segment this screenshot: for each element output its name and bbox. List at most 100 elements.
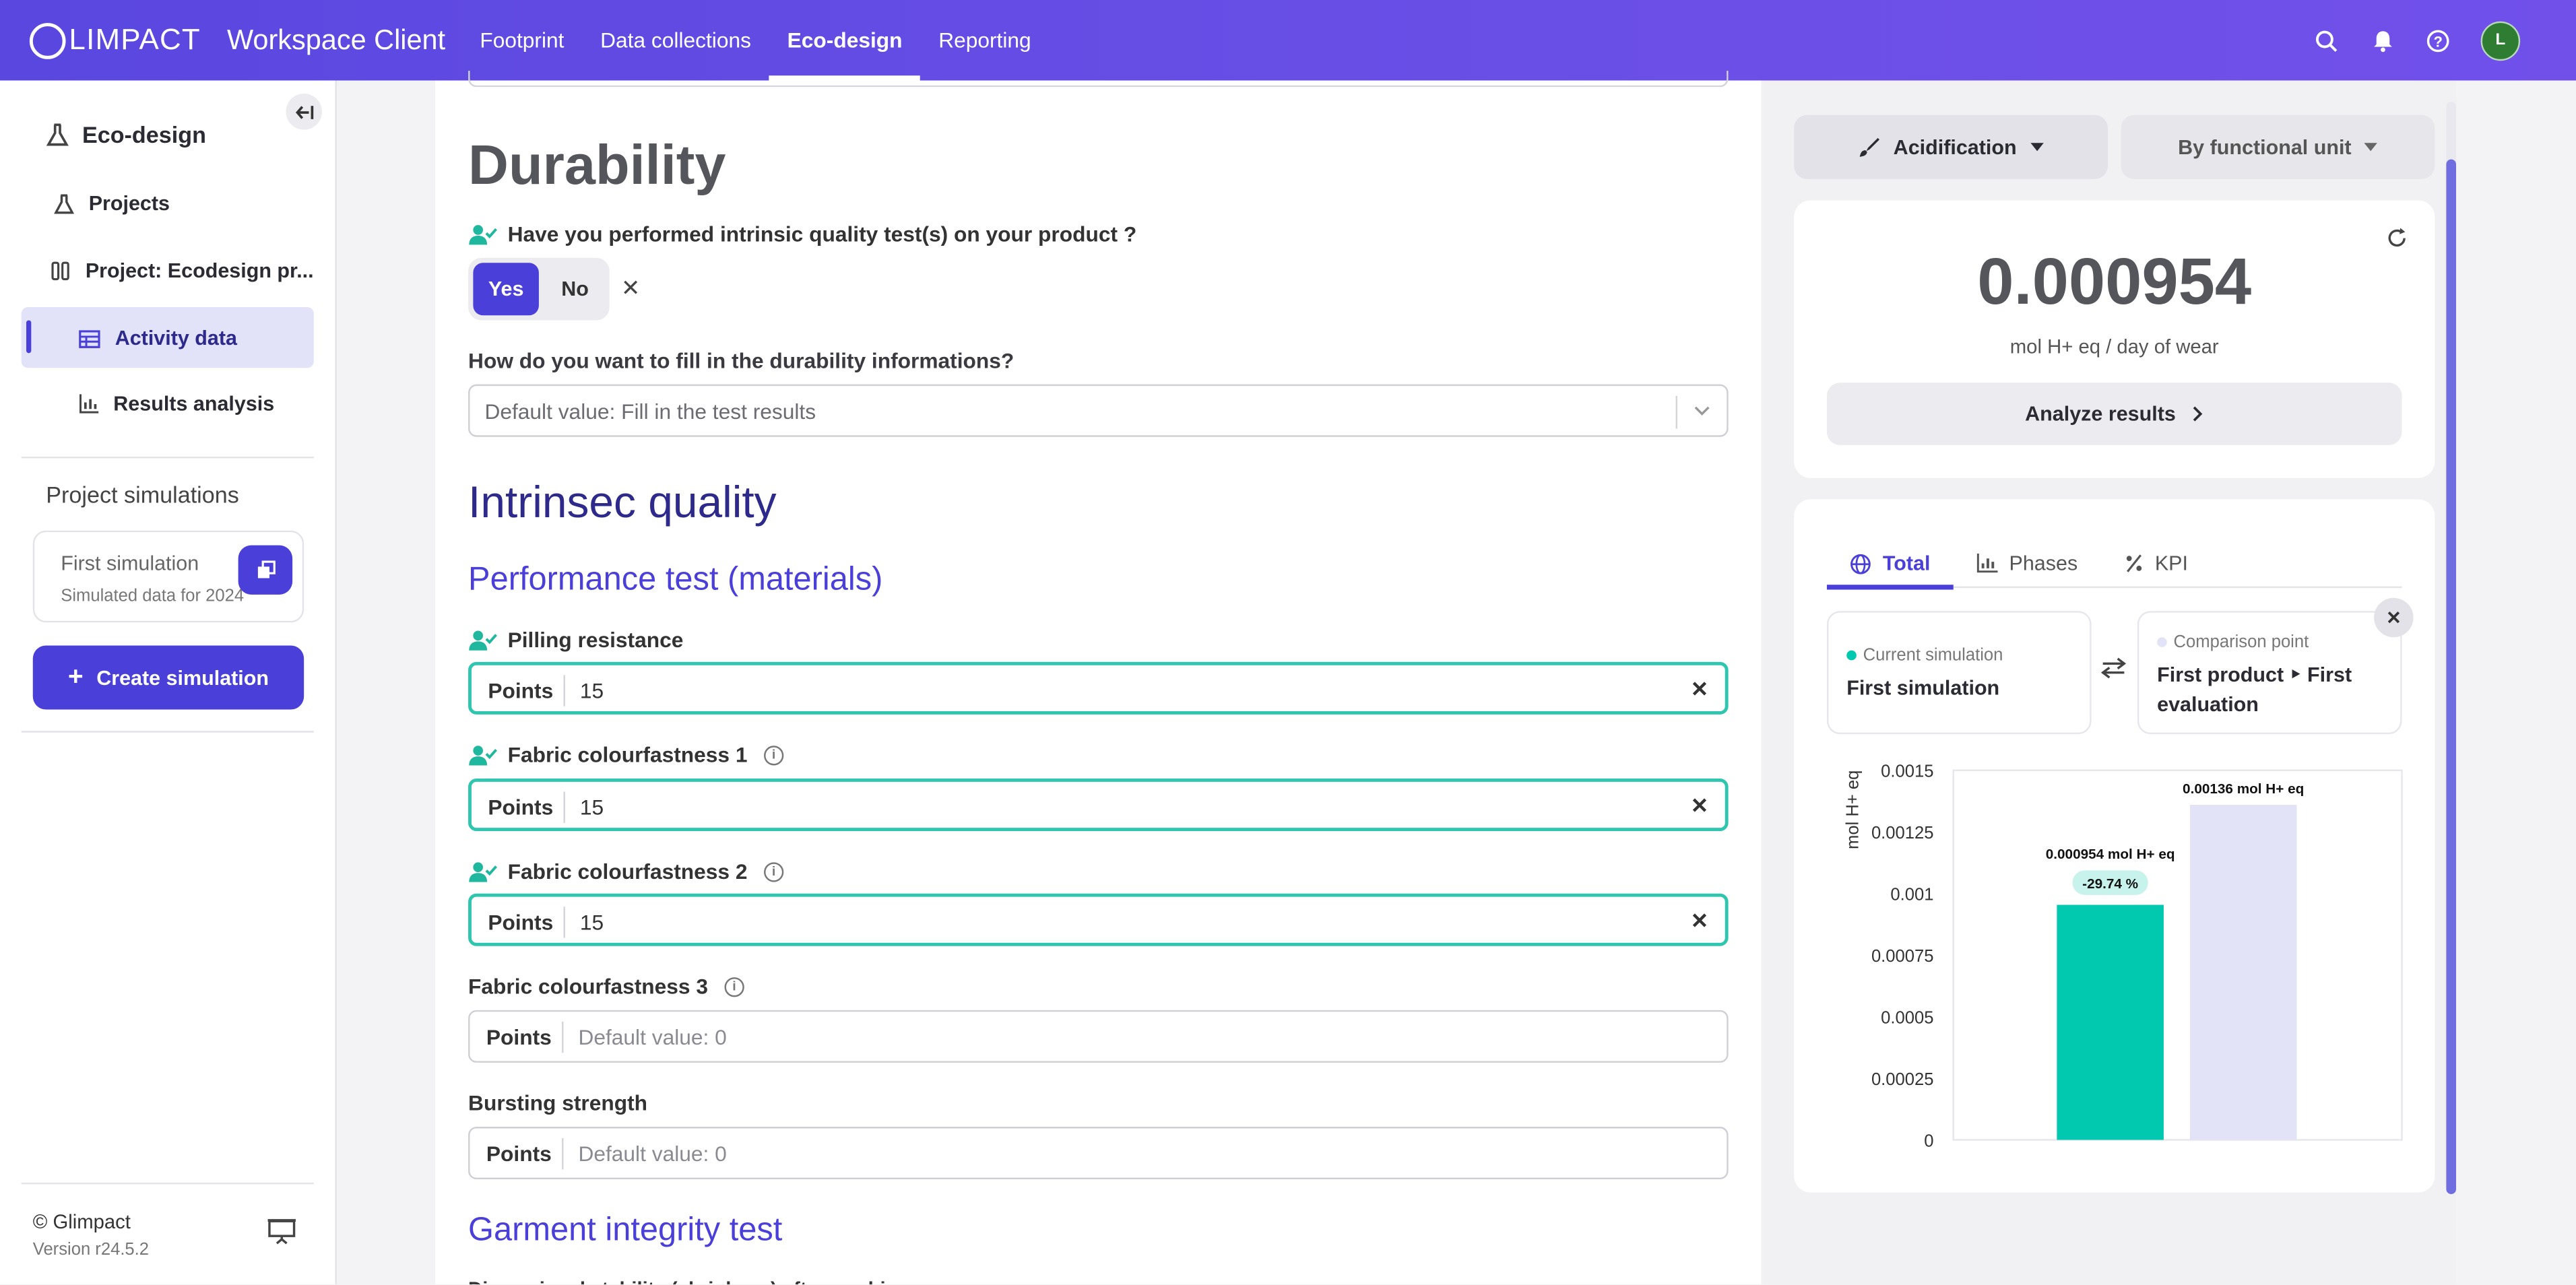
section-title-garment-integrity: Garment integrity test	[468, 1212, 783, 1249]
tab-phases[interactable]: Phases	[1954, 539, 2101, 588]
indicator-dropdown[interactable]: Acidification	[1794, 114, 2108, 179]
percent-icon	[2125, 554, 2142, 572]
unit-label: By functional unit	[2178, 135, 2352, 159]
bell-icon[interactable]	[2369, 27, 2395, 53]
fill-method-select[interactable]: Default value: Fill in the test results	[468, 384, 1729, 437]
user-avatar[interactable]: L	[2480, 20, 2521, 61]
analyze-results-button[interactable]: Analyze results	[1826, 383, 2402, 445]
unit-dropdown[interactable]: By functional unit	[2121, 114, 2435, 179]
fabric-colourfastness-2-input[interactable]: Points 15 ✕	[468, 893, 1729, 946]
bar	[2189, 805, 2297, 1140]
table-icon	[79, 329, 100, 348]
create-simulation-label: Create simulation	[96, 665, 269, 690]
input-placeholder: Default value: 0	[578, 1024, 727, 1050]
sidebar-title: Eco-design	[82, 121, 206, 148]
y-tick-label: 0.00125	[1871, 824, 1934, 843]
input-prefix: Points	[486, 1024, 552, 1050]
sidebar-divider	[21, 456, 314, 459]
comparison-dot	[2157, 637, 2167, 647]
analyze-results-label: Analyze results	[2025, 402, 2176, 426]
select-separator	[1675, 395, 1678, 429]
input-separator	[563, 791, 565, 823]
search-icon[interactable]	[2313, 27, 2340, 53]
flasks-icon	[51, 261, 69, 279]
fabric-colourfastness-1-input[interactable]: Points 15 ✕	[468, 778, 1729, 832]
duplicate-simulation-button[interactable]	[238, 545, 293, 595]
input-separator	[562, 1138, 564, 1170]
sidebar-item-label: Activity data	[115, 327, 238, 350]
info-icon[interactable]: i	[724, 976, 744, 997]
sidebar-active-indicator	[26, 320, 32, 354]
current-simulation-card[interactable]: Current simulation First simulation	[1826, 611, 2092, 735]
svg-text:?: ?	[2433, 32, 2442, 49]
swap-icon[interactable]	[2100, 657, 2127, 687]
nav-footprint[interactable]: Footprint	[462, 0, 583, 81]
user-check-icon	[469, 744, 497, 765]
sidebar-item-projects[interactable]: Projects	[54, 192, 170, 215]
current-dot	[1846, 650, 1857, 661]
sidebar-item-project[interactable]: Project: Ecodesign pr...	[51, 259, 314, 282]
nav-eco-design[interactable]: Eco-design	[769, 0, 921, 81]
nav-data-collections[interactable]: Data collections	[582, 0, 769, 81]
comparison-name-line1: First product ‣ First	[2157, 663, 2352, 687]
info-icon[interactable]: i	[763, 744, 784, 765]
question-fill-method: How do you want to fill in the durabilit…	[468, 348, 1014, 373]
chevron-down-icon	[1694, 406, 1710, 416]
footer-version: Version r24.5.2	[32, 1240, 150, 1260]
clear-input-icon[interactable]: ✕	[1691, 909, 1709, 935]
previous-field-edge	[468, 70, 1729, 88]
sidebar-divider	[21, 731, 314, 733]
field-label: Bursting strength	[468, 1090, 648, 1115]
clear-input-icon[interactable]: ✕	[1691, 677, 1709, 703]
presentation-icon[interactable]	[267, 1219, 296, 1253]
bursting-strength-input[interactable]: Points Default value: 0	[468, 1127, 1729, 1180]
field-label-fabric-colourfastness-3: Fabric colourfastness 3 i	[468, 974, 744, 999]
app-title: Workspace Client	[227, 24, 446, 55]
info-icon[interactable]: i	[763, 861, 784, 882]
user-check-icon	[469, 630, 497, 650]
fabric-colourfastness-3-input[interactable]: Points Default value: 0	[468, 1010, 1729, 1063]
remove-comparison-button[interactable]: ✕	[2374, 597, 2414, 638]
sidebar-item-label: Results analysis	[113, 392, 275, 416]
brush-icon	[1860, 137, 1881, 157]
section-title-performance-test: Performance test (materials)	[468, 562, 883, 598]
plot-frame	[1952, 769, 2403, 1141]
field-label-fabric-colourfastness-2: Fabric colourfastness 2 i	[468, 859, 784, 884]
y-tick-label: 0.00075	[1871, 947, 1934, 966]
results-scrollbar-thumb[interactable]	[2446, 159, 2457, 1195]
field-label: Fabric colourfastness 1	[507, 742, 748, 767]
field-label: Pilling resistance	[507, 627, 684, 653]
input-prefix: Points	[488, 910, 554, 935]
chevron-right-icon	[2193, 406, 2203, 422]
comparison-point-name: First product ‣ First evaluation	[2157, 660, 2352, 719]
simulation-card[interactable]: First simulation Simulated data for 2024	[32, 530, 304, 623]
main-form: Durability Have you performed intrinsic …	[435, 70, 1762, 1284]
collapse-sidebar-button[interactable]	[286, 94, 323, 130]
pilling-resistance-input[interactable]: Points 15 ✕	[468, 661, 1729, 715]
tab-label: KPI	[2154, 552, 2188, 575]
section-title-intrinsic-quality: Intrinsec quality	[468, 477, 777, 527]
y-tick-label: 0	[1924, 1131, 1933, 1150]
clear-answer-icon[interactable]: ✕	[621, 274, 641, 302]
main-nav: Footprint Data collections Eco-design Re…	[462, 0, 1050, 81]
glimpact-logo[interactable]: LIMPACT	[29, 22, 201, 59]
label-text: Current simulation	[1863, 645, 2003, 665]
tab-total[interactable]: Total	[1826, 539, 1954, 590]
sidebar-item-activity-data[interactable]: Activity data	[79, 327, 237, 350]
input-separator	[563, 675, 565, 706]
tab-kpi[interactable]: KPI	[2100, 539, 2211, 588]
yes-button[interactable]: Yes	[473, 263, 539, 316]
cut-off-field-label: Dimensional stability (shrinkage) after …	[468, 1275, 961, 1284]
help-icon[interactable]: ?	[2425, 27, 2451, 53]
input-separator	[562, 1021, 564, 1053]
clear-input-icon[interactable]: ✕	[1691, 793, 1709, 820]
section-title-durability: Durability	[468, 134, 726, 197]
nav-reporting[interactable]: Reporting	[920, 0, 1049, 81]
result-summary-card: 0.000954 mol H+ eq / day of wear Analyze…	[1794, 200, 2435, 478]
sidebar-item-results-analysis[interactable]: Results analysis	[79, 393, 274, 416]
create-simulation-button[interactable]: + Create simulation	[32, 645, 304, 710]
copy-icon	[257, 560, 275, 579]
comparison-point-card[interactable]: Comparison point First product ‣ First e…	[2137, 611, 2402, 735]
no-button[interactable]: No	[546, 263, 605, 315]
bar	[2057, 904, 2164, 1140]
